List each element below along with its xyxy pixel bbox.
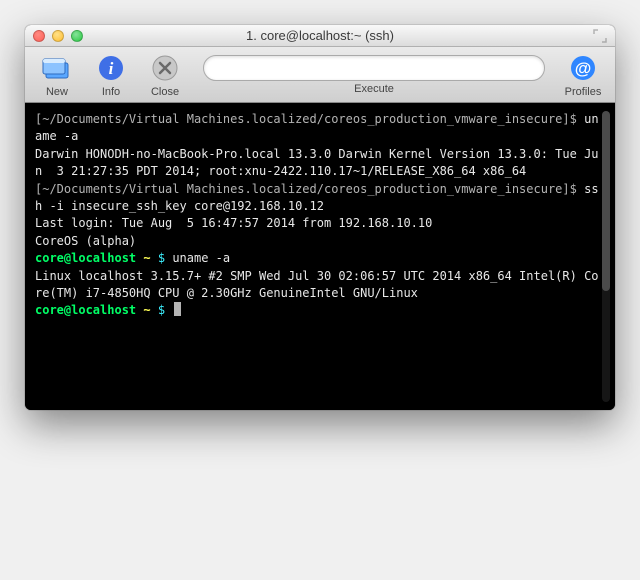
host-prompt-2: [~/Documents/Virtual Machines.localized/… — [35, 182, 577, 196]
terminal-window: 1. core@localhost:~ (ssh) New i — [25, 25, 615, 410]
remote-prompt-user-2: core@localhost — [35, 303, 136, 317]
last-login-line: Last login: Tue Aug 5 16:47:57 2014 from… — [35, 216, 432, 230]
execute-label: Execute — [354, 83, 394, 95]
profiles-label: Profiles — [565, 86, 602, 98]
cmd-uname-remote: uname -a — [172, 251, 230, 265]
remote-prompt-user: core@localhost — [35, 251, 136, 265]
toolbar: New i Info Close Execute — [25, 47, 615, 103]
info-button[interactable]: i Info — [89, 52, 133, 98]
host-prompt: [~/Documents/Virtual Machines.localized/… — [35, 112, 577, 126]
out-uname-remote: Linux localhost 3.15.7+ #2 SMP Wed Jul 3… — [35, 269, 599, 300]
close-button[interactable]: Close — [143, 52, 187, 98]
new-label: New — [46, 86, 68, 98]
svg-text:i: i — [109, 59, 114, 78]
out-uname-host: Darwin HONODH-no-MacBook-Pro.local 13.3.… — [35, 147, 599, 178]
new-window-icon — [41, 52, 73, 84]
svg-text:@: @ — [575, 59, 592, 78]
remote-prompt-path: ~ — [143, 251, 150, 265]
terminal-area[interactable]: [~/Documents/Virtual Machines.localized/… — [25, 103, 615, 410]
profiles-button[interactable]: @ Profiles — [561, 52, 605, 98]
scrollbar-thumb[interactable] — [602, 111, 610, 291]
terminal-output[interactable]: [~/Documents/Virtual Machines.localized/… — [25, 103, 615, 410]
close-icon — [149, 52, 181, 84]
execute-input[interactable] — [203, 55, 545, 81]
cursor-icon — [174, 302, 181, 316]
info-label: Info — [102, 86, 120, 98]
window-title: 1. core@localhost:~ (ssh) — [25, 28, 615, 43]
scrollbar[interactable] — [599, 103, 613, 410]
fullscreen-icon[interactable] — [593, 29, 607, 43]
titlebar: 1. core@localhost:~ (ssh) — [25, 25, 615, 47]
execute-field-group: Execute — [203, 55, 545, 95]
profiles-icon: @ — [567, 52, 599, 84]
remote-prompt-dollar: $ — [158, 251, 165, 265]
coreos-banner: CoreOS (alpha) — [35, 234, 136, 248]
new-button[interactable]: New — [35, 52, 79, 98]
close-label: Close — [151, 86, 179, 98]
remote-prompt-dollar-2: $ — [158, 303, 165, 317]
remote-prompt-path-2: ~ — [143, 303, 150, 317]
info-icon: i — [95, 52, 127, 84]
